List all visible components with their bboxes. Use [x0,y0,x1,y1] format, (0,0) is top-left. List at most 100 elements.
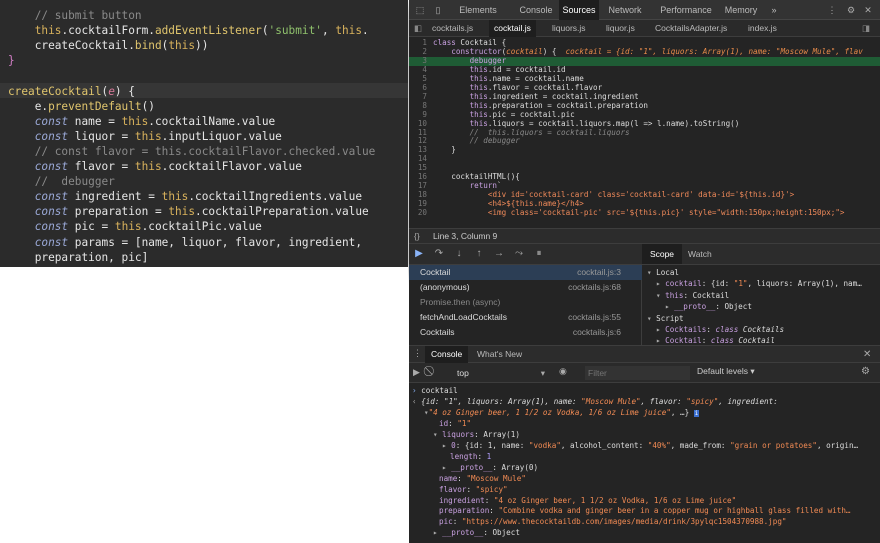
tab-sources[interactable]: Sources [559,0,599,20]
tab-performance[interactable]: Performance [653,0,719,20]
code-text: <img class='cocktail-pic' src='${this.pi… [487,208,845,218]
file-tab[interactable]: cocktail.js [489,20,536,37]
more-tabs-button[interactable]: » [767,0,781,20]
frame-name: (anonymous) [420,282,470,292]
console-sidebar-icon[interactable]: ▶ [413,367,420,378]
editor-line: // submit button [8,9,142,22]
editor-line: const params = [name, liquor, flavor, in… [34,235,363,249]
console-line[interactable]: name: "Moscow Mule" [439,473,526,484]
console-line[interactable]: pic: "https://www.thecocktaildb.com/imag… [439,516,786,527]
line-number[interactable]: 20 [409,208,427,218]
tab-console[interactable]: Console [425,346,469,363]
scope-entry[interactable]: ▾ this: Cocktail [656,290,729,301]
call-frame[interactable]: fetchAndLoadCocktails cocktails.js:55 [409,310,642,325]
file-tab[interactable]: liquor.js [601,20,640,37]
editor-line: const flavor = this.cocktailFlavor.value [34,160,302,173]
drawer-tabbar: ⋮ Console What's New ✕ [409,345,880,363]
editor-line: } [8,54,15,68]
scope-entry[interactable]: ▸ __proto__: Object [665,301,752,312]
scope-tree[interactable]: ▾ Local ▸ cocktail: {id: "1", liquors: Ar… [642,265,880,345]
console-line[interactable]: ▾"4 oz Ginger beer, 1 1/2 oz Vodka, 1/6 … [424,407,700,418]
editor-line: createCocktail.bind(this)) [8,39,209,53]
editor-line: e.preventDefault() [8,99,155,113]
console-output[interactable]: › cocktail ‹ {id: "1", liquors: Array(1),… [409,383,880,543]
context-selector[interactable]: top ▾ [447,366,549,380]
call-stack-list: Cocktail cocktail.js:3 (anonymous) cocktail… [409,265,642,345]
code-line[interactable]: 20 <img class='cocktail-pic' src='${this… [409,208,880,218]
tab-whats-new[interactable]: What's New [477,346,522,363]
code-editor[interactable]: // submit button this.cocktailForm.addEv… [0,0,408,267]
blank-page-area [0,267,408,543]
editor-line: const preparation = this.cocktailPrepara… [34,205,369,219]
console-line[interactable]: ▸ 0: {id: 1, name: "vodka", alcohol_cont… [442,440,858,451]
editor-status-bar: {} Line 3, Column 9 [409,228,880,244]
editor-line: const ingredient = this.cocktailIngredie… [34,190,363,204]
console-line[interactable]: ingredient: "4 oz Ginger beer, 1 1/2 oz … [439,495,736,506]
console-line[interactable]: ▸ __proto__: Object [433,527,520,538]
frame-location: cocktails.js:55 [568,312,621,322]
step-icon[interactable]: → [493,248,505,260]
step-into-icon[interactable]: ↓ [453,248,465,260]
code-line[interactable]: 12 // debugger [409,136,880,146]
frame-name: Cocktails [420,327,455,337]
console-line[interactable]: ▾ liquors: Array(1) [433,429,520,440]
tab-elements[interactable]: Elements [449,0,507,20]
devtools-top-tabbar: ⬚ ▯ Elements Console Sources Network Perform… [409,0,880,20]
code-text: } [433,145,456,155]
source-code-view[interactable]: 1 class Cocktail {2 constructor(cocktail)… [409,37,880,227]
tab-network[interactable]: Network [605,0,645,20]
console-line[interactable]: ‹ {id: "1", liquors: Array(1), name: "Mo… [412,396,778,407]
console-settings-icon[interactable]: ⚙ [861,366,870,377]
file-tab[interactable]: CocktailsAdapter.js [650,20,732,37]
deactivate-breakpoints-icon[interactable]: ⤳ [513,248,525,260]
inspect-element-icon[interactable]: ⬚ [412,0,428,20]
console-line[interactable]: › cocktail [412,385,458,396]
settings-icon[interactable]: ⚙ [843,0,859,20]
toggle-debugger-icon[interactable]: ◨ [857,20,875,37]
console-line[interactable]: preparation: "Combine vodka and ginger b… [439,505,850,516]
file-tab[interactable]: liquors.js [547,20,591,37]
scope-entry[interactable]: ▾ Local [647,267,679,278]
toggle-navigator-icon[interactable]: ◧ [411,20,425,37]
console-line[interactable]: flavor: "spicy" [439,484,508,495]
tab-console[interactable]: Console [515,0,557,20]
console-filter-input[interactable] [585,366,690,380]
drawer-menu-icon[interactable]: ⋮ [413,348,422,359]
frame-name: fetchAndLoadCocktails [420,312,507,322]
kebab-menu-icon[interactable]: ⋮ [825,0,839,20]
editor-line: // const flavor = this.cocktailFlavor.ch… [8,144,376,158]
tab-memory[interactable]: Memory [721,0,761,20]
close-drawer-icon[interactable]: ✕ [863,346,871,363]
code-line[interactable]: 13 } [409,145,880,155]
editor-line: createCocktail(e) { [8,84,135,98]
tab-watch[interactable]: Watch [688,244,712,264]
code-line[interactable]: 14 [409,154,880,164]
step-out-icon[interactable]: ↑ [473,248,485,260]
editor-line: const liquor = this.inputLiquor.value [34,129,282,143]
console-line[interactable]: id: "1" [439,418,471,429]
scope-entry[interactable]: ▸ Cocktails: class Cocktails [656,324,784,335]
step-over-icon[interactable]: ↷ [433,248,445,260]
call-frame[interactable]: (anonymous) cocktails.js:68 [409,280,642,295]
console-line[interactable]: ▸ __proto__: Array(0) [442,462,538,473]
file-tab[interactable]: index.js [743,20,782,37]
scope-watch-tabs: Scope Watch [642,244,880,265]
tab-scope[interactable]: Scope [642,244,682,264]
device-toolbar-icon[interactable]: ▯ [430,0,446,20]
pause-on-exceptions-icon[interactable]: ⏸ [533,248,545,260]
console-line[interactable]: length: 1 [450,451,491,462]
scope-entry[interactable]: ▸ cocktail: {id: "1", liquors: Array(1),… [656,278,862,289]
scope-entry[interactable]: ▾ Script [647,313,684,324]
live-expression-icon[interactable]: ◉ [559,366,567,377]
devtools-panel: ⬚ ▯ Elements Console Sources Network Perform… [409,0,880,543]
resume-icon[interactable]: ▶ [413,248,425,260]
file-tab[interactable]: cocktails.js [427,20,478,37]
call-frame[interactable]: Cocktail cocktail.js:3 [409,265,642,280]
chevron-down-icon: ▾ [540,368,545,378]
editor-line: this.cocktailForm.addEventListener('subm… [34,24,369,38]
close-devtools-icon[interactable]: ✕ [861,0,875,20]
pretty-print-icon[interactable]: {} [414,229,420,244]
log-levels-dropdown[interactable]: Default levels ▾ [697,366,755,377]
call-frame[interactable]: Cocktails cocktails.js:6 [409,325,642,340]
context-value: top [457,368,469,378]
